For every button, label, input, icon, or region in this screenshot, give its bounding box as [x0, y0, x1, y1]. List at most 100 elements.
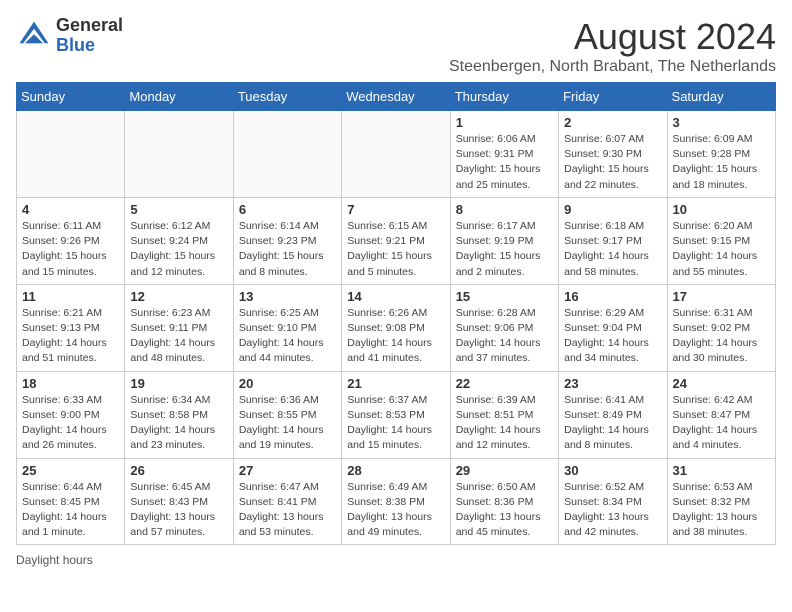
month-title: August 2024 [449, 16, 776, 58]
calendar-cell: 22Sunrise: 6:39 AM Sunset: 8:51 PM Dayli… [450, 371, 558, 458]
calendar-day-header: Sunday [17, 83, 125, 111]
day-info: Sunrise: 6:07 AM Sunset: 9:30 PM Dayligh… [564, 132, 661, 193]
calendar-day-header: Monday [125, 83, 233, 111]
calendar-week-row: 4 Sunrise: 6:11 AM Sunset: 9:26 PM Daylig… [17, 197, 776, 284]
day-number: 29 [456, 463, 553, 478]
day-number: 20 [239, 376, 336, 391]
logo-icon [16, 18, 52, 54]
day-number: 7 [347, 202, 444, 217]
day-info: Sunrise: 6:15 AM Sunset: 9:21 PM Dayligh… [347, 219, 444, 280]
calendar-cell: 31Sunrise: 6:53 AM Sunset: 8:32 PM Dayli… [667, 458, 775, 545]
calendar-cell: 16 Sunrise: 6:29 AM Sunset: 9:04 PM Dayli… [559, 284, 667, 371]
day-info: Sunrise: 6:52 AM Sunset: 8:34 PM Dayligh… [564, 480, 661, 541]
day-info: Sunrise: 6:50 AM Sunset: 8:36 PM Dayligh… [456, 480, 553, 541]
logo: General Blue [16, 16, 123, 56]
calendar-week-row: 11Sunrise: 6:21 AM Sunset: 9:13 PM Dayli… [17, 284, 776, 371]
calendar-cell: 11Sunrise: 6:21 AM Sunset: 9:13 PM Dayli… [17, 284, 125, 371]
calendar-cell: 3Sunrise: 6:09 AM Sunset: 9:28 PM Daylig… [667, 111, 775, 198]
calendar-cell: 26 Sunrise: 6:45 AM Sunset: 8:43 PM Dayli… [125, 458, 233, 545]
day-info: Sunrise: 6:37 AM Sunset: 8:53 PM Dayligh… [347, 393, 444, 454]
calendar-cell: 10 Sunrise: 6:20 AM Sunset: 9:15 PM Dayli… [667, 197, 775, 284]
day-info: Sunrise: 6:36 AM Sunset: 8:55 PM Dayligh… [239, 393, 336, 454]
day-number: 16 [564, 289, 661, 304]
day-number: 13 [239, 289, 336, 304]
day-info: Sunrise: 6:11 AM Sunset: 9:26 PM Dayligh… [22, 219, 119, 280]
footer-note: Daylight hours [16, 553, 776, 567]
day-info: Sunrise: 6:09 AM Sunset: 9:28 PM Dayligh… [673, 132, 770, 193]
day-number: 30 [564, 463, 661, 478]
calendar-day-header: Tuesday [233, 83, 341, 111]
day-info: Sunrise: 6:41 AM Sunset: 8:49 PM Dayligh… [564, 393, 661, 454]
day-number: 31 [673, 463, 770, 478]
calendar-cell: 28 Sunrise: 6:49 AM Sunset: 8:38 PM Dayli… [342, 458, 450, 545]
day-info: Sunrise: 6:34 AM Sunset: 8:58 PM Dayligh… [130, 393, 227, 454]
day-info: Sunrise: 6:17 AM Sunset: 9:19 PM Dayligh… [456, 219, 553, 280]
calendar-cell: 12Sunrise: 6:23 AM Sunset: 9:11 PM Dayli… [125, 284, 233, 371]
day-info: Sunrise: 6:06 AM Sunset: 9:31 PM Dayligh… [456, 132, 553, 193]
day-number: 14 [347, 289, 444, 304]
day-info: Sunrise: 6:26 AM Sunset: 9:08 PM Dayligh… [347, 306, 444, 367]
subtitle: Steenbergen, North Brabant, The Netherla… [449, 58, 776, 76]
day-number: 28 [347, 463, 444, 478]
calendar-day-header: Friday [559, 83, 667, 111]
day-info: Sunrise: 6:14 AM Sunset: 9:23 PM Dayligh… [239, 219, 336, 280]
day-info: Sunrise: 6:33 AM Sunset: 9:00 PM Dayligh… [22, 393, 119, 454]
day-info: Sunrise: 6:12 AM Sunset: 9:24 PM Dayligh… [130, 219, 227, 280]
calendar-cell: 23Sunrise: 6:41 AM Sunset: 8:49 PM Dayli… [559, 371, 667, 458]
day-info: Sunrise: 6:39 AM Sunset: 8:51 PM Dayligh… [456, 393, 553, 454]
calendar-week-row: 1 Sunrise: 6:06 AM Sunset: 9:31 PM Daylig… [17, 111, 776, 198]
calendar-day-header: Wednesday [342, 83, 450, 111]
calendar-cell [233, 111, 341, 198]
calendar-week-row: 18 Sunrise: 6:33 AM Sunset: 9:00 PM Dayli… [17, 371, 776, 458]
day-number: 11 [22, 289, 119, 304]
day-number: 17 [673, 289, 770, 304]
calendar-cell: 25Sunrise: 6:44 AM Sunset: 8:45 PM Dayli… [17, 458, 125, 545]
calendar-cell: 5Sunrise: 6:12 AM Sunset: 9:24 PM Daylig… [125, 197, 233, 284]
calendar-cell: 18 Sunrise: 6:33 AM Sunset: 9:00 PM Dayli… [17, 371, 125, 458]
day-info: Sunrise: 6:49 AM Sunset: 8:38 PM Dayligh… [347, 480, 444, 541]
calendar-cell: 20 Sunrise: 6:36 AM Sunset: 8:55 PM Dayli… [233, 371, 341, 458]
day-info: Sunrise: 6:28 AM Sunset: 9:06 PM Dayligh… [456, 306, 553, 367]
day-number: 4 [22, 202, 119, 217]
calendar-cell: 29 Sunrise: 6:50 AM Sunset: 8:36 PM Dayli… [450, 458, 558, 545]
day-number: 1 [456, 115, 553, 130]
day-info: Sunrise: 6:29 AM Sunset: 9:04 PM Dayligh… [564, 306, 661, 367]
calendar-cell: 7 Sunrise: 6:15 AM Sunset: 9:21 PM Daylig… [342, 197, 450, 284]
day-number: 12 [130, 289, 227, 304]
calendar-cell: 21 Sunrise: 6:37 AM Sunset: 8:53 PM Dayli… [342, 371, 450, 458]
day-number: 21 [347, 376, 444, 391]
day-number: 2 [564, 115, 661, 130]
calendar-header-row: SundayMondayTuesdayWednesdayThursdayFrid… [17, 83, 776, 111]
day-number: 19 [130, 376, 227, 391]
day-number: 27 [239, 463, 336, 478]
calendar-cell: 27 Sunrise: 6:47 AM Sunset: 8:41 PM Dayli… [233, 458, 341, 545]
day-info: Sunrise: 6:31 AM Sunset: 9:02 PM Dayligh… [673, 306, 770, 367]
day-info: Sunrise: 6:45 AM Sunset: 8:43 PM Dayligh… [130, 480, 227, 541]
calendar-cell: 15 Sunrise: 6:28 AM Sunset: 9:06 PM Dayli… [450, 284, 558, 371]
calendar-cell: 24Sunrise: 6:42 AM Sunset: 8:47 PM Dayli… [667, 371, 775, 458]
calendar-cell [342, 111, 450, 198]
day-number: 8 [456, 202, 553, 217]
calendar-cell: 14 Sunrise: 6:26 AM Sunset: 9:08 PM Dayli… [342, 284, 450, 371]
calendar-cell: 13 Sunrise: 6:25 AM Sunset: 9:10 PM Dayli… [233, 284, 341, 371]
calendar-cell: 6Sunrise: 6:14 AM Sunset: 9:23 PM Daylig… [233, 197, 341, 284]
calendar-week-row: 25Sunrise: 6:44 AM Sunset: 8:45 PM Dayli… [17, 458, 776, 545]
day-info: Sunrise: 6:25 AM Sunset: 9:10 PM Dayligh… [239, 306, 336, 367]
day-number: 15 [456, 289, 553, 304]
calendar-cell: 9 Sunrise: 6:18 AM Sunset: 9:17 PM Daylig… [559, 197, 667, 284]
day-info: Sunrise: 6:47 AM Sunset: 8:41 PM Dayligh… [239, 480, 336, 541]
day-info: Sunrise: 6:18 AM Sunset: 9:17 PM Dayligh… [564, 219, 661, 280]
calendar-cell: 8 Sunrise: 6:17 AM Sunset: 9:19 PM Daylig… [450, 197, 558, 284]
day-number: 9 [564, 202, 661, 217]
page-header: General Blue August 2024 Steenbergen, No… [16, 16, 776, 76]
day-info: Sunrise: 6:20 AM Sunset: 9:15 PM Dayligh… [673, 219, 770, 280]
calendar-cell: 1 Sunrise: 6:06 AM Sunset: 9:31 PM Daylig… [450, 111, 558, 198]
day-number: 26 [130, 463, 227, 478]
day-number: 10 [673, 202, 770, 217]
calendar-cell: 4 Sunrise: 6:11 AM Sunset: 9:26 PM Daylig… [17, 197, 125, 284]
calendar-cell [125, 111, 233, 198]
calendar-cell: 2 Sunrise: 6:07 AM Sunset: 9:30 PM Daylig… [559, 111, 667, 198]
day-info: Sunrise: 6:42 AM Sunset: 8:47 PM Dayligh… [673, 393, 770, 454]
day-number: 18 [22, 376, 119, 391]
logo-blue: Blue [56, 36, 123, 56]
